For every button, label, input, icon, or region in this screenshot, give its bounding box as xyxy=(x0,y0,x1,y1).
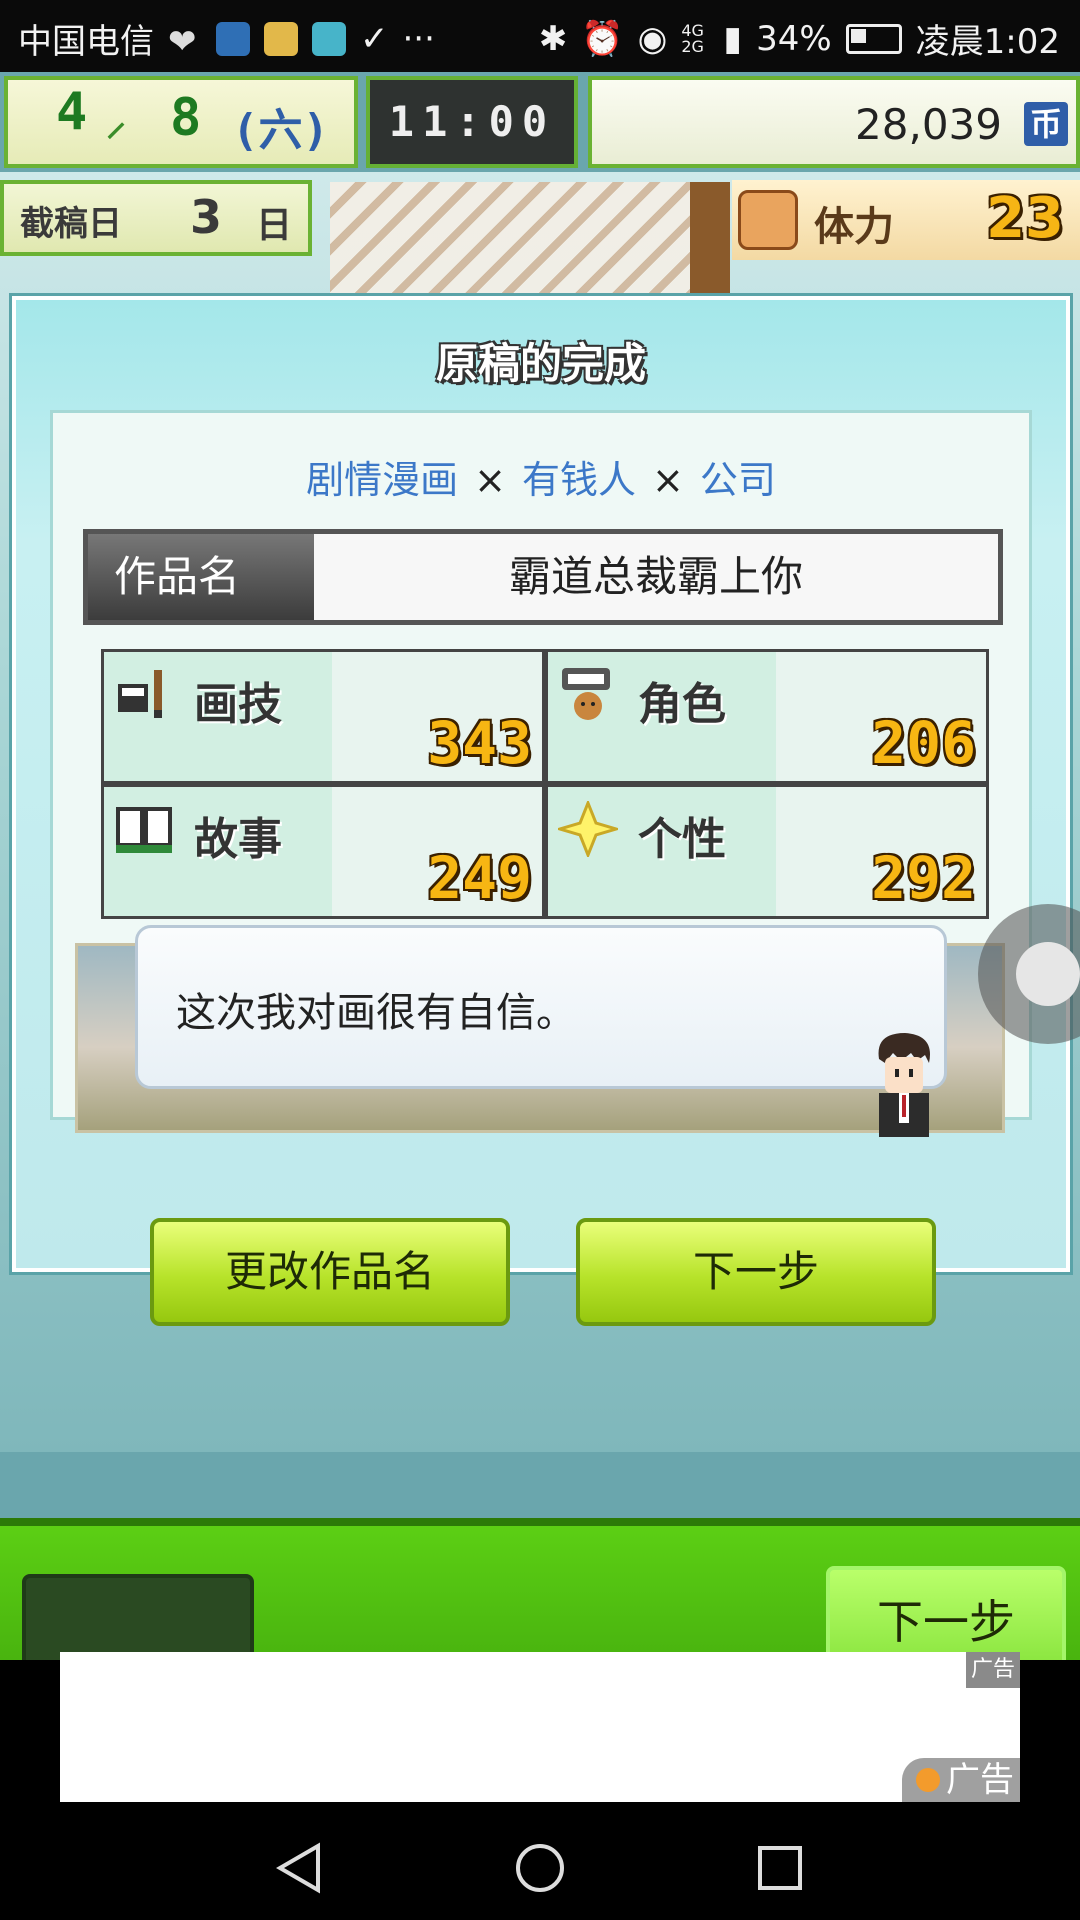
alarm-icon: ⏰ xyxy=(581,18,624,59)
ad-label-bottom-text: 广告 xyxy=(946,1760,1014,1800)
star-app-icon xyxy=(264,21,298,56)
genre-2: 有钱人 xyxy=(521,458,636,502)
genre-line: 剧情漫画 × 有钱人 × 公司 xyxy=(53,449,1029,504)
game-clock: 11:00 xyxy=(366,76,578,168)
stat-character-value: 206 xyxy=(871,709,976,777)
floating-button-core xyxy=(1016,942,1080,1006)
stat-personality-value: 292 xyxy=(871,844,976,912)
dialog-content: 剧情漫画 × 有钱人 × 公司 作品名 霸道总裁霸上你 画技 343 角色 20… xyxy=(50,410,1032,1137)
deadline-unit: 日 xyxy=(256,205,293,246)
stat-drawing: 画技 343 xyxy=(104,652,542,781)
deadline-label: 截稿日 xyxy=(20,204,122,244)
work-name-label: 作品名 xyxy=(88,534,314,620)
work-name-value: 霸道总裁霸上你 xyxy=(508,552,803,601)
status-left: 中国电信 ❤ ✓ ··· xyxy=(18,14,435,63)
dialog-title: 原稿的完成 xyxy=(435,339,646,388)
genre-1: 剧情漫画 xyxy=(306,458,459,502)
stat-story: 故事 249 xyxy=(104,787,542,916)
stats-grid: 画技 343 角色 206 故事 249 个性 292 xyxy=(101,649,989,919)
stamina-label: 体力 xyxy=(814,204,894,250)
stat-drawing-value: 343 xyxy=(427,709,532,777)
genre-3: 公司 xyxy=(699,458,776,502)
stat-drawing-label: 画技 xyxy=(194,679,282,730)
rename-work-button[interactable]: 更改作品名 xyxy=(150,1218,510,1326)
times-symbol-2: × xyxy=(652,458,684,502)
stat-character-label: 角色 xyxy=(638,679,726,730)
deadline-days: 3 xyxy=(190,190,223,244)
heart-icon: ❤ xyxy=(168,21,197,62)
sparkle-icon xyxy=(558,801,618,857)
stat-story-label: 故事 xyxy=(194,814,282,865)
bottom-action-bar: 下一步 xyxy=(0,1518,1080,1660)
signal-icon: ▮ xyxy=(723,18,743,59)
status-right: ✱ ⏰ ◉ 4G 2G ▮ 34% 凌晨1:02 xyxy=(539,14,1060,63)
background-room xyxy=(330,182,710,302)
stat-story-value: 249 xyxy=(427,844,532,912)
ad-banner[interactable]: 广告 广告 xyxy=(60,1652,1020,1802)
more-dots-icon: ··· xyxy=(402,18,435,59)
author-character-sprite xyxy=(878,1033,930,1137)
muscle-icon xyxy=(738,190,798,250)
date-week: 8 xyxy=(170,88,202,148)
date-weekday: (六) xyxy=(232,105,329,156)
status-bar: 中国电信 ❤ ✓ ··· ✱ ⏰ ◉ 4G 2G ▮ 34% 凌晨1:02 xyxy=(0,0,1080,72)
stat-personality-label: 个性 xyxy=(638,814,726,865)
money-display: 28,039 币 xyxy=(588,76,1080,168)
bottom-left-button-disabled[interactable] xyxy=(22,1574,254,1660)
date-display: 4 ⸝ 8 (六) xyxy=(4,76,358,168)
speech-bubble: 这次我对画很有自信。 xyxy=(135,925,947,1089)
times-symbol-1: × xyxy=(474,458,506,502)
game-area: 4 ⸝ 8 (六) 11:00 28,039 币 截稿日 3 日 体力 23 原… xyxy=(0,72,1080,1660)
open-book-icon xyxy=(116,807,172,853)
qq-icon xyxy=(216,21,250,56)
dialog-next-button[interactable]: 下一步 xyxy=(576,1218,936,1326)
deadline-display: 截稿日 3 日 xyxy=(0,180,312,256)
ad-label-bottom: 广告 xyxy=(902,1758,1020,1802)
back-icon[interactable] xyxy=(274,1842,326,1894)
clock-label: 凌晨1:02 xyxy=(915,22,1060,62)
pen-ink-icon xyxy=(118,670,162,718)
check-icon: ✓ xyxy=(360,18,389,59)
network-label: 4G 2G xyxy=(681,20,704,56)
calendar-leaf-icon: ⸝ xyxy=(106,99,126,145)
date-month: 4 xyxy=(56,82,88,142)
news-app-icon xyxy=(312,21,346,56)
stamina-display: 体力 23 xyxy=(732,180,1080,260)
money-value: 28,039 xyxy=(855,100,1002,149)
speech-text: 这次我对画很有自信。 xyxy=(176,990,576,1036)
carrier-label: 中国电信 xyxy=(18,22,154,62)
stat-character: 角色 206 xyxy=(548,652,986,781)
battery-label: 34% xyxy=(756,18,832,59)
android-navigation-bar xyxy=(0,1806,1080,1920)
eye-icon: ◉ xyxy=(637,18,668,59)
character-speech-icon xyxy=(562,668,610,720)
stat-personality: 个性 292 xyxy=(548,787,986,916)
ad-label-top: 广告 xyxy=(966,1652,1020,1688)
ad-sun-icon xyxy=(916,1768,940,1792)
home-icon[interactable] xyxy=(514,1842,566,1894)
bluetooth-icon: ✱ xyxy=(538,18,568,59)
money-unit: 币 xyxy=(1024,102,1068,146)
bottom-next-button[interactable]: 下一步 xyxy=(826,1566,1066,1660)
recents-icon[interactable] xyxy=(754,1842,806,1894)
manuscript-complete-dialog: 原稿的完成 剧情漫画 × 有钱人 × 公司 作品名 霸道总裁霸上你 画技 343 xyxy=(12,296,1070,1326)
battery-icon xyxy=(845,23,902,54)
stamina-value: 23 xyxy=(986,186,1064,251)
work-name-row: 作品名 霸道总裁霸上你 xyxy=(83,529,1003,625)
